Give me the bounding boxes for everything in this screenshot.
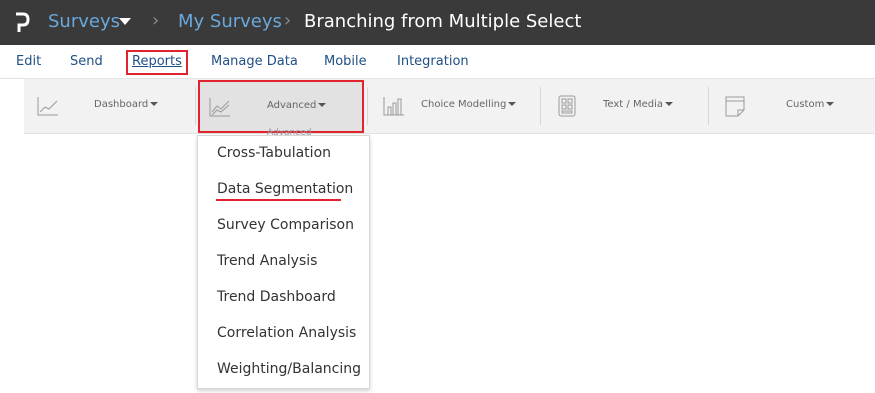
menu-manage-data[interactable]: Manage Data xyxy=(211,54,298,69)
breadcrumb-my-surveys[interactable]: My Surveys xyxy=(178,11,282,33)
bar-chart-icon xyxy=(383,97,404,116)
menu-item-trend-analysis[interactable]: Trend Analysis xyxy=(217,253,317,269)
multi-line-chart-icon xyxy=(209,98,230,117)
page-title: Branching from Multiple Select xyxy=(304,11,582,32)
toolbar-divider xyxy=(540,87,541,125)
toolbar-choice-modelling[interactable]: Choice Modelling xyxy=(370,79,540,133)
toolbar-choice-modelling-label: Choice Modelling xyxy=(421,99,517,110)
menu-item-trend-dashboard[interactable]: Trend Dashboard xyxy=(217,289,336,305)
data-segmentation-underline xyxy=(216,199,341,201)
breadcrumb-separator: › xyxy=(284,10,292,31)
menu-item-cross-tabulation[interactable]: Cross-Tabulation xyxy=(217,145,331,161)
top-header: Surveys › My Surveys › Branching from Mu… xyxy=(0,0,875,45)
custom-report-icon xyxy=(725,96,745,117)
toolbar-text-media-label: Text / Media xyxy=(603,99,673,110)
main-menu-bar: Edit Send Reports Manage Data Mobile Int… xyxy=(0,45,875,79)
advanced-active-label: Advanced xyxy=(267,100,327,111)
menu-item-survey-comparison[interactable]: Survey Comparison xyxy=(217,217,354,233)
menu-item-data-segmentation[interactable]: Data Segmentation xyxy=(217,181,353,197)
toolbar-divider xyxy=(195,87,196,125)
chevron-down-icon[interactable] xyxy=(119,18,131,25)
toolbar-custom[interactable]: Custom xyxy=(711,79,875,133)
text-media-icon xyxy=(558,95,576,117)
advanced-tool-active[interactable]: Advanced xyxy=(198,80,364,133)
toolbar-dashboard-label: Dashboard xyxy=(94,99,159,110)
reports-toolbar: Dashboard Advanced Choice Modelling T xyxy=(24,79,875,134)
line-chart-icon xyxy=(37,97,58,116)
reports-highlight-box xyxy=(126,50,188,75)
menu-item-weighting-balancing[interactable]: Weighting/Balancing xyxy=(217,361,361,377)
menu-item-correlation-analysis[interactable]: Correlation Analysis xyxy=(217,325,356,341)
surveys-menu[interactable]: Surveys xyxy=(48,11,120,33)
advanced-dropdown-menu: Cross-Tabulation Data Segmentation Surve… xyxy=(197,135,370,389)
menu-send[interactable]: Send xyxy=(70,54,103,69)
menu-edit[interactable]: Edit xyxy=(16,54,41,69)
toolbar-custom-label: Custom xyxy=(786,99,835,110)
menu-integration[interactable]: Integration xyxy=(397,54,469,69)
toolbar-text-media[interactable]: Text / Media xyxy=(543,79,708,133)
breadcrumb-separator: › xyxy=(152,10,160,31)
toolbar-divider xyxy=(708,87,709,125)
toolbar-divider xyxy=(367,87,368,125)
toolbar-dashboard[interactable]: Dashboard xyxy=(24,79,194,133)
p-logo-icon[interactable] xyxy=(14,11,30,35)
menu-mobile[interactable]: Mobile xyxy=(324,54,367,69)
